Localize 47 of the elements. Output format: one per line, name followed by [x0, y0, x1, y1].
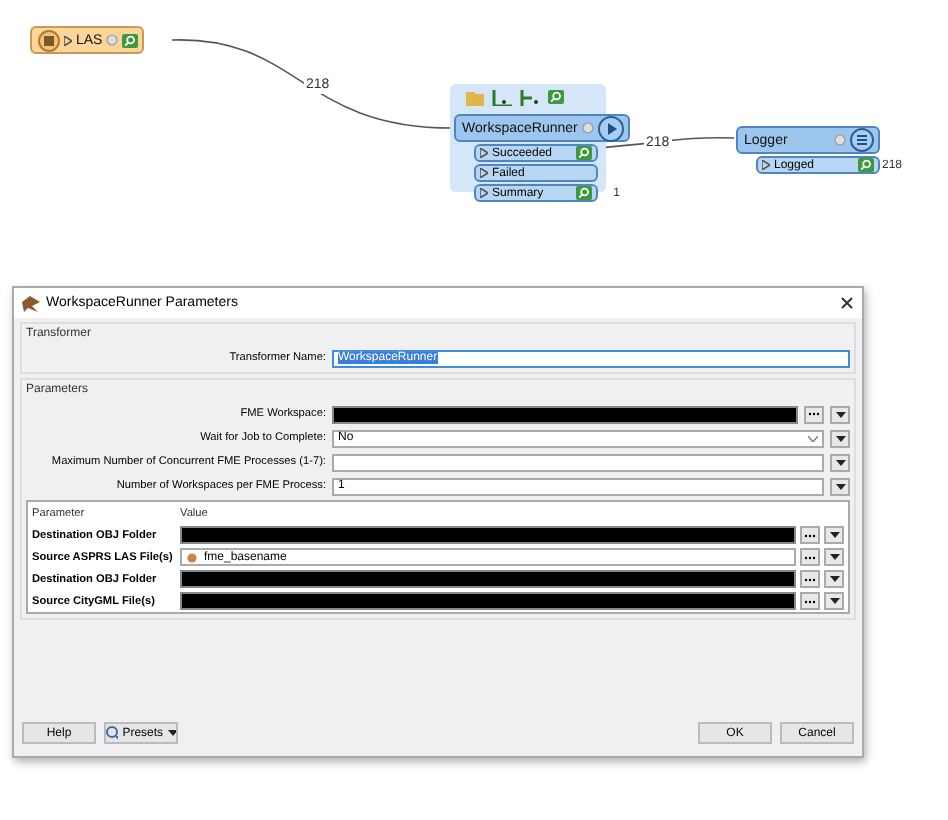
search-icon[interactable] — [548, 90, 564, 104]
browse-button[interactable] — [800, 526, 820, 544]
search-icon — [106, 726, 119, 740]
input-field[interactable] — [332, 453, 824, 471]
dropdown-button[interactable] — [824, 548, 844, 566]
dropdown-button[interactable] — [824, 570, 844, 588]
play-icon[interactable] — [597, 115, 624, 141]
search-icon[interactable] — [858, 158, 874, 172]
caret-icon — [829, 532, 839, 538]
status-icon — [581, 122, 594, 134]
caret-icon — [829, 576, 839, 582]
dropdown-button[interactable] — [824, 592, 844, 610]
caret-icon — [829, 554, 839, 560]
redacted-field[interactable] — [180, 526, 796, 544]
redacted-field[interactable] — [180, 570, 796, 588]
search-icon[interactable] — [576, 186, 592, 200]
browse-button[interactable] — [800, 570, 820, 588]
search-icon[interactable] — [576, 146, 592, 160]
app-icon — [22, 295, 40, 311]
close-icon[interactable] — [840, 296, 854, 310]
chart-icon[interactable] — [492, 90, 512, 106]
chevron-icon — [808, 435, 818, 441]
status-icon — [106, 34, 119, 46]
browse-button[interactable] — [800, 548, 820, 566]
dropdown-button[interactable] — [830, 429, 850, 447]
browse-button[interactable] — [800, 592, 820, 610]
dropdown-button[interactable] — [830, 477, 850, 495]
caret-icon — [835, 483, 845, 489]
search-icon[interactable] — [122, 33, 139, 47]
dropdown-button[interactable] — [830, 405, 850, 423]
caret-icon — [829, 598, 839, 604]
caret-icon — [835, 459, 845, 465]
dropdown-button[interactable] — [830, 453, 850, 471]
attribute-icon — [186, 551, 198, 563]
redacted-field[interactable] — [180, 592, 796, 610]
list-icon — [850, 128, 874, 152]
port-icon — [762, 160, 770, 170]
reader-icon — [38, 29, 60, 51]
caret-icon — [167, 730, 176, 736]
dropdown-button[interactable] — [824, 526, 844, 544]
port-icon — [64, 35, 72, 45]
caret-icon — [835, 411, 845, 417]
chart-icon[interactable] — [520, 90, 540, 106]
browse-button[interactable] — [804, 405, 824, 423]
redacted-field[interactable] — [332, 405, 798, 423]
status-icon — [834, 134, 846, 146]
caret-icon — [835, 435, 845, 441]
